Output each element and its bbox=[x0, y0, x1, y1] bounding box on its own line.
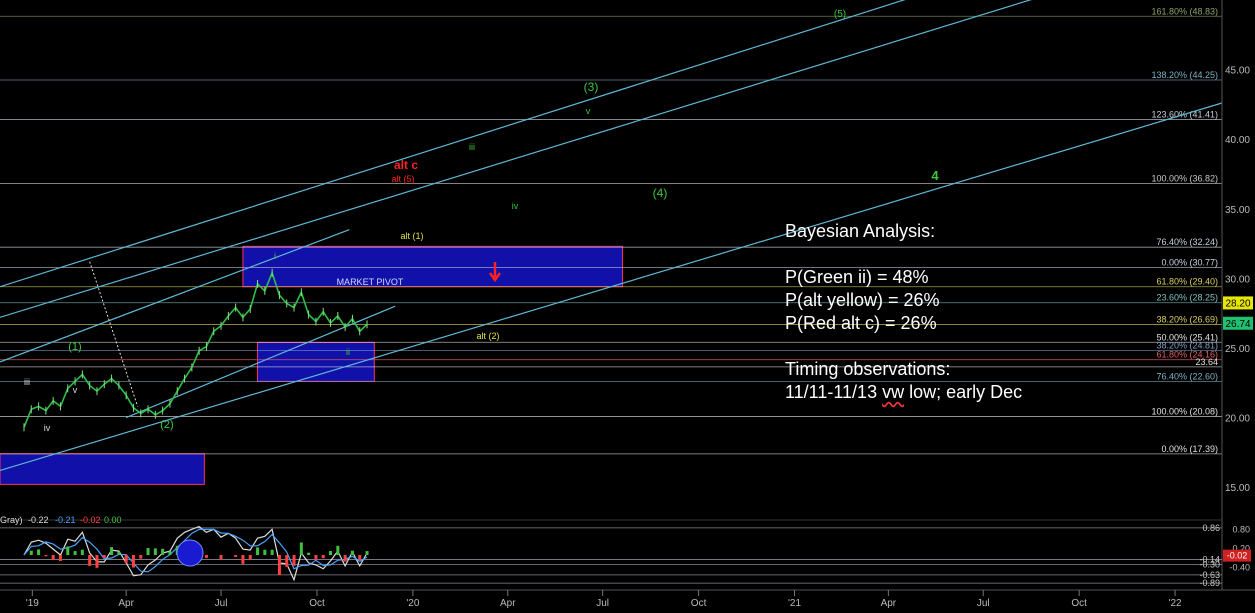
x-tick-label: '21 bbox=[788, 598, 801, 609]
indicator-value: 0.00 bbox=[104, 515, 122, 525]
indicator-highlight-circle bbox=[176, 539, 204, 567]
analysis-heading: Bayesian Analysis: bbox=[785, 221, 936, 241]
x-tick-label: Jul bbox=[977, 598, 990, 609]
fib-level-label: 0.00% (17.39) bbox=[1161, 444, 1218, 454]
market-pivot-zone bbox=[242, 245, 623, 288]
y-tick-label: 40.00 bbox=[1225, 135, 1250, 146]
x-tick-label: '20 bbox=[406, 598, 419, 609]
y-tick-label: 45.00 bbox=[1225, 66, 1250, 77]
wave-label: iii bbox=[469, 142, 475, 152]
timing-heading: Timing observations: bbox=[785, 359, 951, 379]
wave-label: iv bbox=[44, 423, 51, 433]
indicator-value: -0.21 bbox=[55, 515, 76, 525]
indicator-level-label: -0.89 bbox=[1199, 578, 1220, 588]
wave-label: (1) bbox=[68, 341, 81, 353]
x-tick-label: '19 bbox=[26, 598, 39, 609]
price-tag-label: 28.20 bbox=[1225, 298, 1250, 309]
x-tick-label: Apr bbox=[881, 598, 897, 609]
x-tick-label: Oct bbox=[309, 598, 325, 609]
fib-level-label: 161.80% (48.83) bbox=[1151, 6, 1218, 16]
wave-label: 4 bbox=[931, 168, 939, 183]
indicator-y-tick: 0.80 bbox=[1232, 525, 1250, 535]
fib-level-label: 23.60% (28.25) bbox=[1156, 293, 1218, 303]
wave-label: iii bbox=[24, 377, 30, 387]
x-tick-label: Oct bbox=[1071, 598, 1087, 609]
fib-level-label: 138.20% (44.25) bbox=[1151, 70, 1218, 80]
wave-label: (5) bbox=[834, 9, 846, 20]
fib-level-label: 76.40% (22.60) bbox=[1156, 371, 1218, 381]
indicator-y-tick: -0.40 bbox=[1229, 563, 1250, 573]
bayesian-analysis-note: Bayesian Analysis: P(Green ii) = 48% P(a… bbox=[785, 220, 1085, 404]
wave-label: v bbox=[586, 106, 591, 116]
fib-level-label: 76.40% (32.24) bbox=[1156, 237, 1218, 247]
x-tick-label: Jul bbox=[596, 598, 609, 609]
wave-label: alt (2) bbox=[476, 331, 499, 341]
timing-flag: vw bbox=[882, 382, 905, 402]
timing-dates: 11/11-11/13 bbox=[785, 382, 883, 402]
wave-label: (2) bbox=[160, 419, 173, 431]
y-tick-label: 15.00 bbox=[1225, 483, 1250, 494]
fib-level-label: 38.20% (26.69) bbox=[1156, 314, 1218, 324]
indicator-value: -0.02 bbox=[80, 515, 101, 525]
prob-alt-yellow: P(alt yellow) = 26% bbox=[785, 290, 940, 310]
y-tick-label: 20.00 bbox=[1225, 414, 1250, 425]
indicator-current-label: -0.02 bbox=[1227, 551, 1248, 561]
x-tick-label: Jul bbox=[215, 598, 228, 609]
indicator-label: Gray) bbox=[0, 515, 23, 525]
price-tag-label: 26.74 bbox=[1225, 319, 1250, 330]
wave-label: alt (1) bbox=[400, 231, 423, 241]
timing-text: 11/11-11/13 vw low; early Dec bbox=[785, 381, 1085, 404]
x-tick-label: '22 bbox=[1169, 598, 1182, 609]
wave-label: (4) bbox=[653, 186, 668, 200]
timing-rest: low; early Dec bbox=[904, 382, 1023, 402]
wave-label: ii bbox=[346, 347, 350, 357]
indicator-level-label: -0.30 bbox=[1199, 559, 1220, 569]
lower-zone bbox=[0, 453, 205, 485]
wave-label: MARKET PIVOT bbox=[337, 277, 404, 287]
y-tick-label: 35.00 bbox=[1225, 205, 1250, 216]
wave-label: (3) bbox=[584, 80, 599, 94]
fib-level-label: 100.00% (36.82) bbox=[1151, 173, 1218, 183]
y-tick-label: 25.00 bbox=[1225, 344, 1250, 355]
x-tick-label: Apr bbox=[118, 598, 134, 609]
wave-label: i bbox=[274, 251, 276, 261]
x-tick-label: Oct bbox=[691, 598, 707, 609]
fib-level-label: 100.00% (20.08) bbox=[1151, 406, 1218, 416]
indicator-level-label: 0.86 bbox=[1202, 523, 1220, 533]
fib-level-label: 61.80% (29.40) bbox=[1156, 277, 1218, 287]
indicator-value: -0.22 bbox=[28, 515, 49, 525]
wave-label: v bbox=[73, 385, 78, 395]
y-tick-label: 30.00 bbox=[1225, 274, 1250, 285]
wave-label: alt (5) bbox=[391, 174, 414, 184]
prob-green-ii: P(Green ii) = 48% bbox=[785, 267, 929, 287]
wave-label: iv bbox=[512, 201, 519, 211]
fib-level-label: 23.64 bbox=[1195, 357, 1218, 367]
fib-level-label: 0.00% (30.77) bbox=[1161, 258, 1218, 268]
prob-red-alt-c: P(Red alt c) = 26% bbox=[785, 313, 937, 333]
wave-label: alt c bbox=[394, 158, 418, 172]
x-tick-label: Apr bbox=[500, 598, 516, 609]
